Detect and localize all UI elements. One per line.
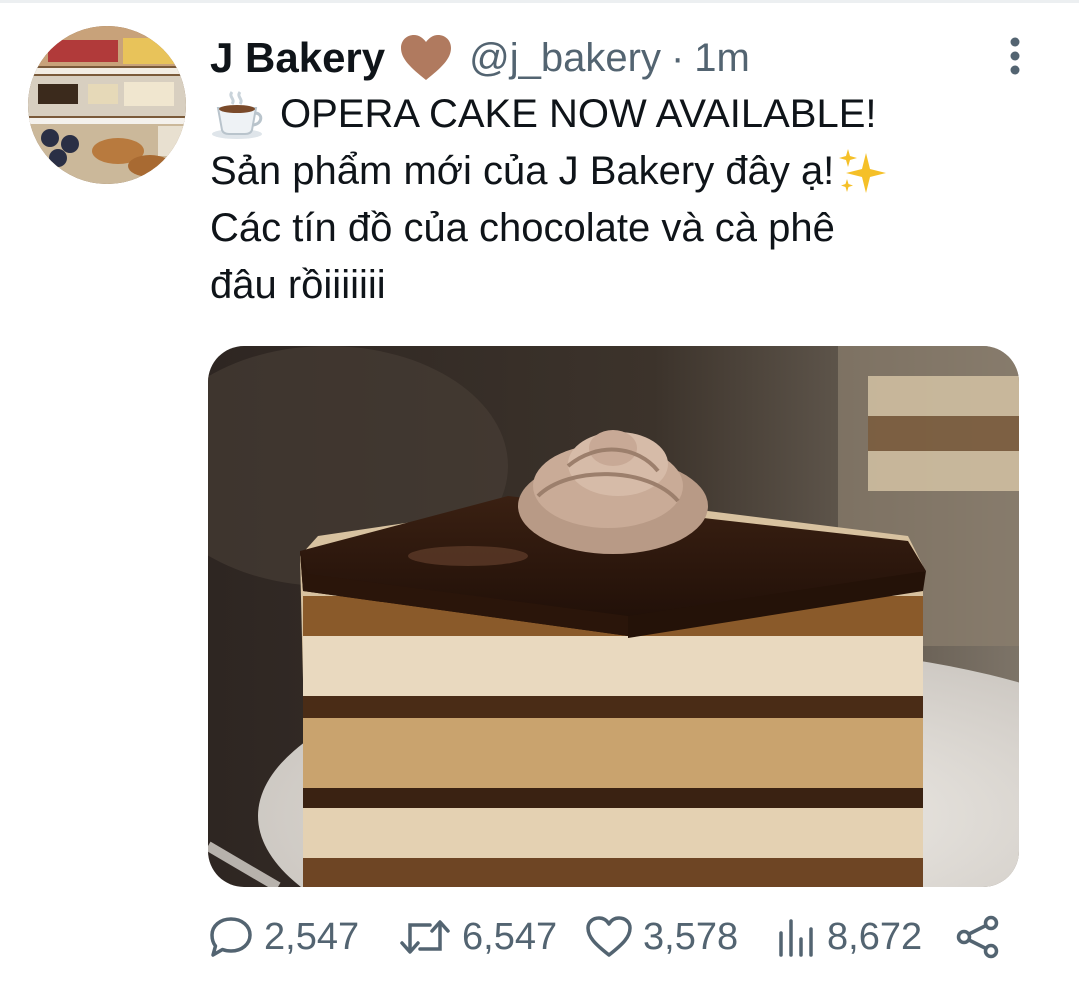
top-divider — [0, 0, 1079, 3]
heart-icon — [585, 915, 633, 959]
tweet-line-2: Sản phẩm mới của J Bakery đây ạ! — [210, 143, 1030, 200]
share-button[interactable] — [955, 915, 1003, 959]
like-button[interactable]: 3,578 — [585, 915, 775, 959]
retweet-icon — [398, 915, 452, 959]
views-count: 8,672 — [827, 915, 923, 958]
tweet-line-2-text: Sản phẩm mới của J Bakery đây ạ! — [210, 149, 835, 193]
tweet-header: J Bakery @j_bakery · 1m — [210, 30, 750, 86]
tweet-photo[interactable] — [208, 346, 1019, 887]
reply-icon — [208, 915, 254, 959]
retweet-button[interactable]: 6,547 — [398, 915, 585, 959]
tweet-line-4-text: đâu rồiiiiiii — [210, 263, 386, 307]
tweet-line-3: Các tín đồ của chocolate và cà phê — [210, 200, 1030, 257]
handle[interactable]: @j_bakery — [469, 36, 661, 81]
tweet-line-1-text: OPERA CAKE NOW AVAILABLE! — [280, 92, 877, 136]
views-button[interactable]: 8,672 — [775, 915, 955, 959]
tweet-line-4: đâu rồiiiiiii — [210, 257, 1030, 314]
hot-beverage-icon — [210, 90, 264, 140]
share-icon — [955, 915, 1001, 959]
brown-heart-icon — [399, 34, 453, 82]
display-name[interactable]: J Bakery — [210, 34, 385, 82]
separator: · — [670, 35, 685, 80]
tweet-line-1: OPERA CAKE NOW AVAILABLE! — [210, 86, 1030, 143]
more-options-icon[interactable] — [1000, 34, 1030, 78]
reply-button[interactable]: 2,547 — [208, 915, 398, 959]
sparkles-icon — [836, 147, 888, 197]
action-bar: 2,547 6,547 3,578 8,672 — [208, 912, 1003, 962]
retweet-count: 6,547 — [462, 915, 558, 958]
analytics-icon — [775, 915, 817, 959]
like-count: 3,578 — [643, 915, 739, 958]
tweet-line-3-text: Các tín đồ của chocolate và cà phê — [210, 206, 835, 250]
timestamp[interactable]: 1m — [694, 36, 750, 81]
avatar[interactable] — [28, 26, 186, 184]
reply-count: 2,547 — [264, 915, 360, 958]
tweet-text: OPERA CAKE NOW AVAILABLE! Sản phẩm mới c… — [210, 86, 1030, 314]
